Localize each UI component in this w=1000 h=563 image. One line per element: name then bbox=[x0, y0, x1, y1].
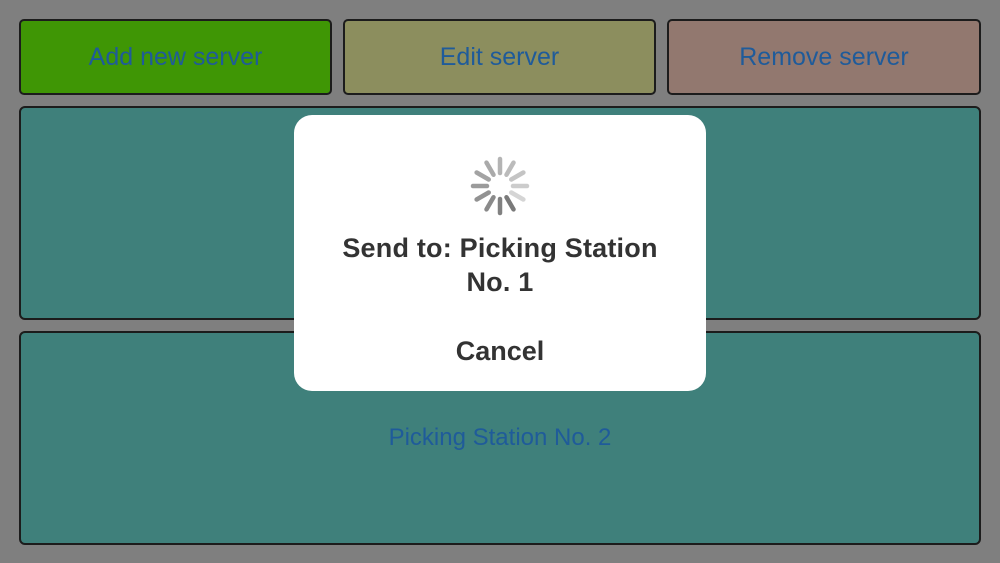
activity-spinner-icon bbox=[470, 156, 530, 216]
spinner-spoke bbox=[484, 160, 496, 177]
spinner-spoke bbox=[509, 190, 526, 202]
remove-server-button[interactable]: Remove server bbox=[667, 19, 981, 95]
server-item-label: Picking Station No. 2 bbox=[388, 424, 612, 451]
spinner-spoke bbox=[504, 195, 516, 212]
dialog-title: Send to: Picking Station No. 1 bbox=[342, 233, 658, 297]
cancel-button[interactable]: Cancel bbox=[404, 329, 596, 373]
edit-server-button[interactable]: Edit server bbox=[343, 19, 656, 95]
spinner-spoke bbox=[504, 160, 516, 177]
spinner-spoke bbox=[509, 170, 526, 182]
send-progress-dialog: Send to: Picking Station No. 1 Cancel bbox=[294, 115, 706, 391]
spinner-spoke bbox=[484, 195, 496, 212]
spinner-spoke bbox=[474, 190, 491, 202]
add-new-server-button[interactable]: Add new server bbox=[19, 19, 332, 95]
spinner-spoke bbox=[474, 170, 491, 182]
